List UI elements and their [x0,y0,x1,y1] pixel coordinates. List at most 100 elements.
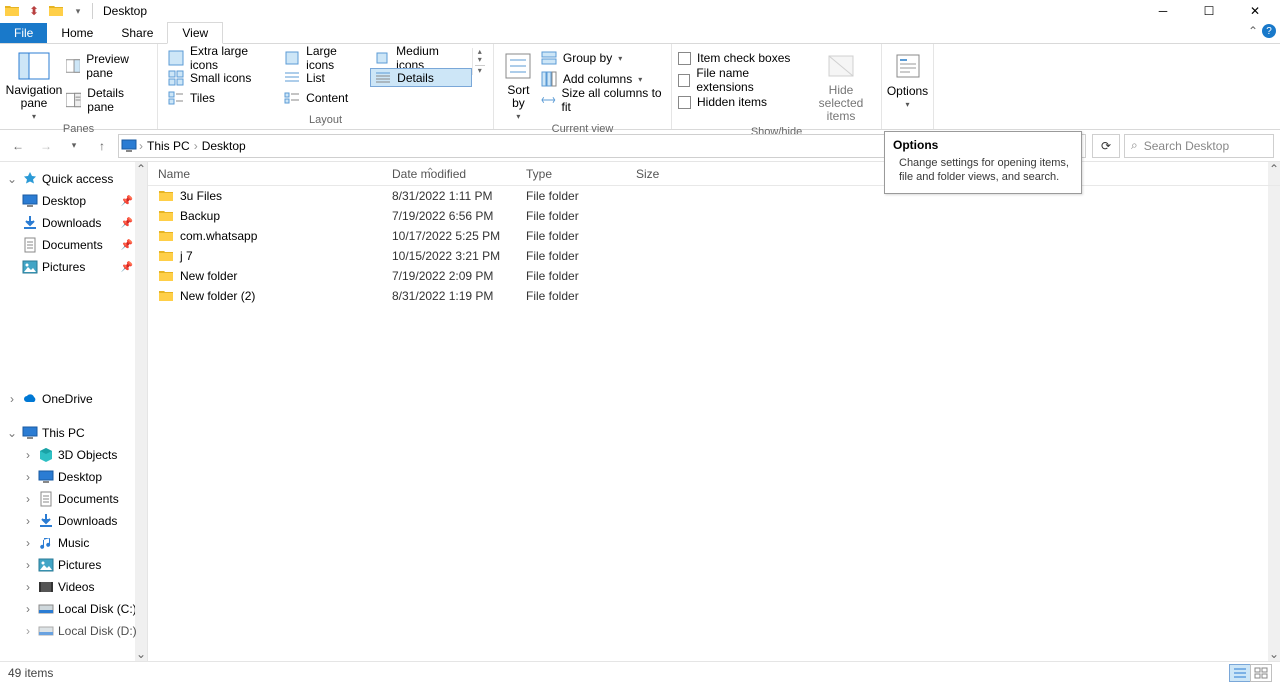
tab-file[interactable]: File [0,23,47,43]
file-name-extensions-toggle[interactable]: File name extensions [678,70,803,90]
file-name: New folder (2) [180,289,255,303]
layout-large[interactable]: Large icons [280,48,370,67]
options-button[interactable]: Options ▾ [884,48,931,109]
file-date: 7/19/2022 6:56 PM [392,209,526,223]
tab-home[interactable]: Home [47,23,107,43]
back-button[interactable]: ← [6,134,30,158]
details-pane-button[interactable]: Details pane [66,86,151,114]
ribbon: Navigation pane ▾ Preview pane Details p… [0,44,1280,130]
qat-dropdown-icon[interactable]: ▾ [68,2,88,20]
layout-extra-large[interactable]: Extra large icons [164,48,280,67]
hidden-items-toggle[interactable]: Hidden items [678,92,803,112]
status-bar: 49 items [0,661,1280,683]
file-date: 7/19/2022 2:09 PM [392,269,526,283]
qat-folder-icon[interactable] [2,2,22,20]
layout-medium[interactable]: Medium icons [370,48,471,67]
tree-pictures-pc[interactable]: ›Pictures [0,554,147,576]
file-date: 8/31/2022 1:19 PM [392,289,526,303]
tree-downloads-pc[interactable]: ›Downloads [0,510,147,532]
tree-this-pc[interactable]: ⌄This PC [0,422,147,444]
file-name: Backup [180,209,220,223]
navigation-tree: ⌃⌄ ⌄Quick access Desktop📌 Downloads📌 Doc… [0,162,148,661]
table-row[interactable]: j 710/15/2022 3:21 PMFile folder [148,246,1280,266]
tooltip-text: Change settings for opening items, file … [893,156,1073,185]
file-date: 10/17/2022 5:25 PM [392,229,526,243]
window-title: Desktop [103,4,147,18]
col-name[interactable]: Name [148,167,392,181]
tree-local-disk-d[interactable]: ›Local Disk (D:) [0,620,147,642]
tree-documents-pc[interactable]: ›Documents [0,488,147,510]
col-size[interactable]: Size [636,167,756,181]
maximize-button[interactable]: ☐ [1186,0,1232,22]
tree-documents-qa[interactable]: Documents📌 [0,234,147,256]
column-headers[interactable]: Name ⌃ Date modified Type Size [148,162,1280,186]
table-row[interactable]: com.whatsapp10/17/2022 5:25 PMFile folde… [148,226,1280,246]
preview-pane-button[interactable]: Preview pane [66,52,151,80]
tree-3d-objects[interactable]: ›3D Objects [0,444,147,466]
layout-content[interactable]: Content [280,88,370,107]
tree-desktop-qa[interactable]: Desktop📌 [0,190,147,212]
close-button[interactable]: ✕ [1232,0,1278,22]
tab-share[interactable]: Share [107,23,167,43]
chevron-down-icon: ▾ [516,112,520,121]
tree-downloads-qa[interactable]: Downloads📌 [0,212,147,234]
folder-icon [158,208,174,224]
qat-pin-icon[interactable]: ⬍ [24,2,44,20]
item-check-boxes-toggle[interactable]: Item check boxes [678,48,803,68]
tree-music[interactable]: ›Music [0,532,147,554]
qat-folder2-icon[interactable] [46,2,66,20]
content-scrollbar[interactable]: ⌃⌄ [1268,162,1280,661]
crumb-this-pc[interactable]: This PC [145,139,192,153]
chevron-right-icon[interactable] [139,139,143,153]
file-type: File folder [526,289,636,303]
search-icon: ⌕ [1131,138,1138,153]
hide-selected-button[interactable]: Hide selected items [807,48,875,124]
titlebar: ⬍ ▾ Desktop ─ ☐ ✕ [0,0,1280,22]
search-input[interactable]: ⌕ Search Desktop [1124,134,1274,158]
tree-local-disk-c[interactable]: ›Local Disk (C:) [0,598,147,620]
tree-desktop-pc[interactable]: ›Desktop [0,466,147,488]
col-date[interactable]: Date modified [392,167,526,181]
folder-icon [158,288,174,304]
refresh-button[interactable]: ⟳ [1092,134,1120,158]
pin-icon: 📌 [121,262,133,273]
file-name: New folder [180,269,237,283]
up-button[interactable]: ↑ [90,134,114,158]
table-row[interactable]: New folder7/19/2022 2:09 PMFile folder [148,266,1280,286]
view-large-toggle[interactable] [1250,664,1272,682]
sort-by-button[interactable]: Sort by ▾ [500,48,537,121]
chevron-down-icon: ▾ [32,112,36,121]
navigation-pane-button[interactable]: Navigation pane ▾ [6,48,62,121]
layout-tiles[interactable]: Tiles [164,88,280,107]
tree-videos[interactable]: ›Videos [0,576,147,598]
tree-onedrive[interactable]: ›OneDrive [0,388,147,410]
file-date: 10/15/2022 3:21 PM [392,249,526,263]
table-row[interactable]: New folder (2) 8/31/2022 1:19 PMFile fold… [148,286,1280,306]
tree-pictures-qa[interactable]: Pictures📌 [0,256,147,278]
chevron-right-icon[interactable] [194,139,198,153]
help-icon[interactable]: ? [1262,24,1276,38]
recent-dropdown[interactable]: ▾ [62,134,86,158]
layout-gallery-dropdown[interactable]: ▴▾▾ [472,48,487,75]
minimize-button[interactable]: ─ [1140,0,1186,22]
view-details-toggle[interactable] [1229,664,1251,682]
size-columns-button[interactable]: Size all columns to fit [541,90,665,110]
crumb-desktop[interactable]: Desktop [200,139,248,153]
tab-view[interactable]: View [167,22,223,44]
forward-button[interactable]: → [34,134,58,158]
layout-list[interactable]: List [280,68,370,87]
file-name: 3u Files [180,189,222,203]
layout-details[interactable]: Details [370,68,471,87]
layout-small[interactable]: Small icons [164,68,280,87]
monitor-icon [121,138,137,154]
col-type[interactable]: Type [526,167,636,181]
ribbon-collapse-icon[interactable]: ⌃ [1248,24,1258,38]
group-by-button[interactable]: Group by▾ [541,48,665,68]
sidebar-scrollbar[interactable]: ⌃⌄ [135,162,147,661]
tree-quick-access[interactable]: ⌄Quick access [0,168,147,190]
table-row[interactable]: Backup7/19/2022 6:56 PMFile folder [148,206,1280,226]
folder-icon [158,228,174,244]
table-row[interactable]: 3u Files8/31/2022 1:11 PMFile folder [148,186,1280,206]
options-tooltip: Options Change settings for opening item… [884,131,1082,194]
ribbon-tabs: File Home Share View ⌃ ? [0,22,1280,44]
